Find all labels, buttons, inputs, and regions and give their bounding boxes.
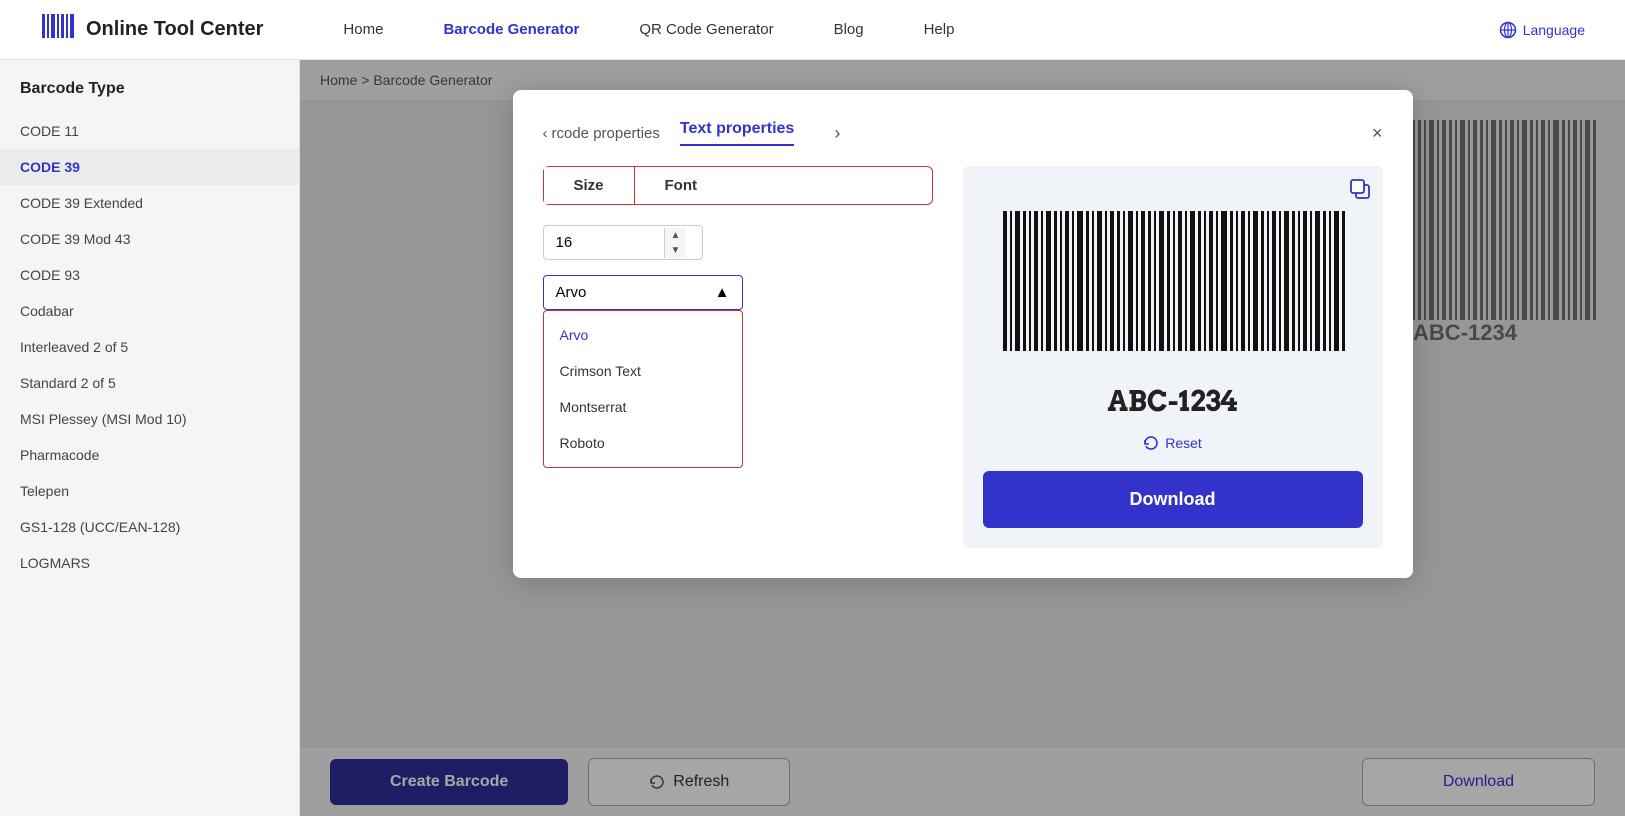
sidebar-item-code39[interactable]: CODE 39 xyxy=(0,149,299,185)
font-option-roboto[interactable]: Roboto xyxy=(544,425,742,461)
sidebar-item-interleaved[interactable]: Interleaved 2 of 5 xyxy=(0,329,299,365)
copy-icon[interactable] xyxy=(1349,178,1371,206)
barcode-image xyxy=(993,196,1353,376)
header: Online Tool Center Home Barcode Generato… xyxy=(0,0,1625,60)
sidebar-item-code11[interactable]: CODE 11 xyxy=(0,113,299,149)
logo-icon xyxy=(40,8,76,51)
modal-tab-prev[interactable]: ‹ rcode properties xyxy=(543,125,660,142)
sidebar-item-code93[interactable]: CODE 93 xyxy=(0,257,299,293)
chevron-left-icon: ‹ xyxy=(543,125,548,142)
modal-left-panel: Size Font ▲ ▼ xyxy=(543,166,933,548)
main-layout: Barcode Type CODE 11 CODE 39 CODE 39 Ext… xyxy=(0,60,1625,816)
size-section: ▲ ▼ xyxy=(543,225,933,260)
inner-tab-size[interactable]: Size xyxy=(544,167,635,204)
language-label: Language xyxy=(1523,22,1585,38)
size-decrement-button[interactable]: ▼ xyxy=(665,243,687,258)
sidebar-title: Barcode Type xyxy=(0,80,299,113)
font-option-arvo[interactable]: Arvo xyxy=(544,317,742,353)
chevron-up-icon: ▲ xyxy=(715,284,730,301)
logo-text: Online Tool Center xyxy=(86,18,263,41)
logo-area: Online Tool Center xyxy=(40,8,263,51)
sidebar-item-gs1[interactable]: GS1-128 (UCC/EAN-128) xyxy=(0,509,299,545)
nav: Home Barcode Generator QR Code Generator… xyxy=(343,21,1498,38)
inner-tab-font[interactable]: Font xyxy=(635,167,727,204)
nav-qr-generator[interactable]: QR Code Generator xyxy=(639,21,773,38)
modal-nav-right-arrow[interactable]: › xyxy=(834,123,840,144)
font-section: Arvo ▲ Arvo Crimson Text Montserrat Robo… xyxy=(543,275,933,310)
modal-close-button[interactable]: × xyxy=(1372,123,1383,144)
font-select-box[interactable]: Arvo ▲ xyxy=(543,275,743,310)
barcode-text-value: ABC-1234 xyxy=(1107,384,1237,419)
nav-blog[interactable]: Blog xyxy=(834,21,864,38)
size-input[interactable] xyxy=(544,226,664,259)
size-increment-button[interactable]: ▲ xyxy=(665,228,687,243)
sidebar-item-msi[interactable]: MSI Plessey (MSI Mod 10) xyxy=(0,401,299,437)
modal-download-button[interactable]: Download xyxy=(983,471,1363,528)
sidebar-item-code39mod43[interactable]: CODE 39 Mod 43 xyxy=(0,221,299,257)
size-spinners: ▲ ▼ xyxy=(664,228,687,258)
sidebar-item-logmars[interactable]: LOGMARS xyxy=(0,545,299,581)
sidebar: Barcode Type CODE 11 CODE 39 CODE 39 Ext… xyxy=(0,60,300,816)
language-button[interactable]: Language xyxy=(1499,21,1585,39)
sidebar-item-pharmacode[interactable]: Pharmacode xyxy=(0,437,299,473)
font-option-crimson[interactable]: Crimson Text xyxy=(544,353,742,389)
font-dropdown: Arvo Crimson Text Montserrat Roboto xyxy=(543,310,743,468)
modal-header: ‹ rcode properties Text properties › × xyxy=(543,120,1383,146)
size-input-wrapper: ▲ ▼ xyxy=(543,225,703,260)
modal-body: Size Font ▲ ▼ xyxy=(543,166,1383,548)
nav-help[interactable]: Help xyxy=(924,21,955,38)
content-area: Home > Barcode Generator xyxy=(300,60,1625,816)
font-option-montserrat[interactable]: Montserrat xyxy=(544,389,742,425)
nav-barcode-generator[interactable]: Barcode Generator xyxy=(443,21,579,38)
nav-home[interactable]: Home xyxy=(343,21,383,38)
reset-label: Reset xyxy=(1165,435,1202,451)
inner-tabs: Size Font xyxy=(543,166,933,205)
sidebar-item-standard[interactable]: Standard 2 of 5 xyxy=(0,365,299,401)
modal-tab-text-properties[interactable]: Text properties xyxy=(680,120,794,146)
sidebar-item-code39ext[interactable]: CODE 39 Extended xyxy=(0,185,299,221)
modal-dialog: ‹ rcode properties Text properties › × S… xyxy=(513,90,1413,578)
sidebar-item-codabar[interactable]: Codabar xyxy=(0,293,299,329)
sidebar-item-telepen[interactable]: Telepen xyxy=(0,473,299,509)
barcode-preview: ABC-1234 Reset Download xyxy=(963,166,1383,548)
reset-button[interactable]: Reset xyxy=(1143,435,1202,451)
font-selected-label: Arvo xyxy=(556,284,587,301)
